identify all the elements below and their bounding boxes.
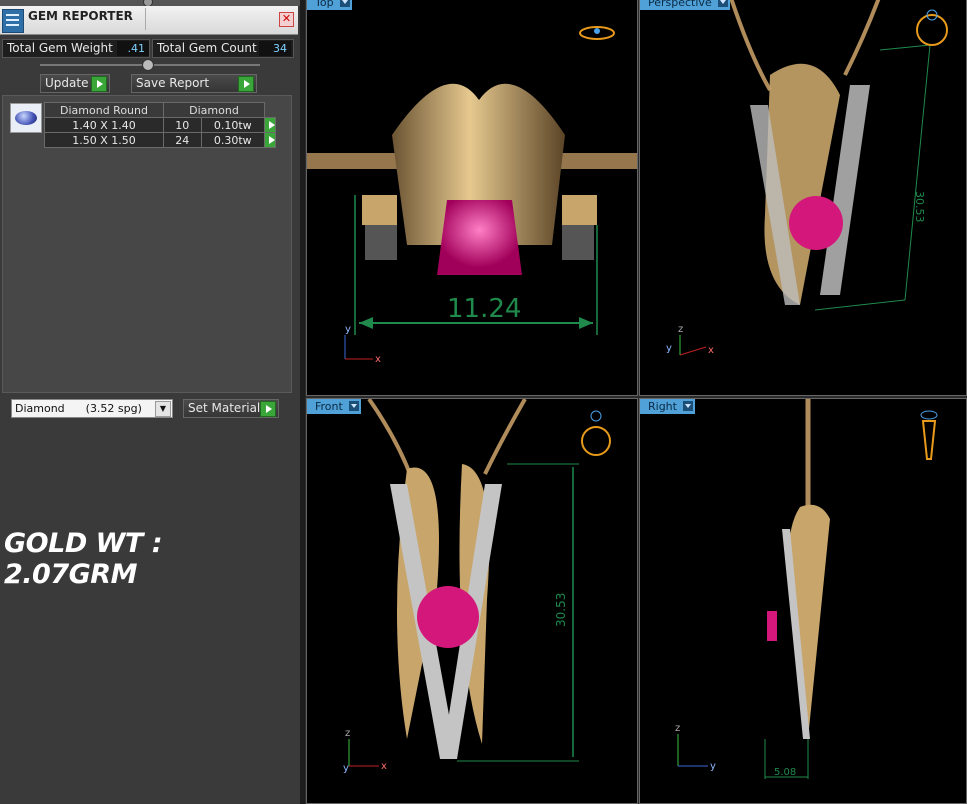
gem-table-header: Diamond Round Diamond: [44, 102, 276, 118]
viewport-right[interactable]: 5.08 z y Right: [639, 398, 967, 804]
pendant-icon[interactable]: [920, 410, 938, 460]
gold-weight-note: GOLD WT : 2.07GRM: [4, 528, 163, 590]
gem-reporter-icon: [2, 9, 24, 33]
play-icon: [238, 76, 254, 92]
gem-weight: 0.30tw: [200, 132, 266, 148]
tab-label: Perspective: [648, 0, 712, 9]
collapse-icon[interactable]: [142, 59, 154, 71]
pave-left: [365, 225, 397, 260]
total-gem-weight-label: Total Gem Weight: [7, 41, 113, 55]
chain-right: [483, 399, 527, 475]
total-gem-weight-row: Total Gem Weight .41: [2, 39, 150, 58]
dimension-label: 11.24: [447, 294, 521, 324]
total-gem-count-label: Total Gem Count: [157, 41, 257, 55]
chain-left: [367, 399, 414, 480]
set-material-button[interactable]: Set Material: [183, 399, 279, 418]
gem-count: 10: [163, 117, 202, 133]
axis-gizmo: z x y: [343, 728, 387, 774]
save-report-button[interactable]: Save Report: [131, 74, 257, 93]
play-icon: [260, 401, 276, 417]
total-gem-count-value: 34: [259, 41, 291, 56]
ruby-gem: [767, 611, 777, 641]
gem-size: 1.50 X 1.50: [44, 132, 164, 148]
tab-top[interactable]: Top: [307, 0, 352, 10]
tab-right[interactable]: Right: [640, 399, 695, 414]
viewport-perspective[interactable]: 30.53 z x y Perspective: [639, 0, 967, 396]
chevron-down-icon[interactable]: ▼: [155, 401, 171, 417]
column-header: Diamond: [163, 102, 265, 118]
gem-size: 1.40 X 1.40: [44, 117, 164, 133]
total-gem-weight-value: .41: [117, 41, 149, 56]
update-label: Update: [45, 76, 89, 90]
chevron-down-icon[interactable]: [682, 401, 693, 411]
play-icon: [91, 76, 107, 92]
right-view-render: 5.08 z y: [675, 399, 938, 779]
play-icon[interactable]: [264, 117, 276, 133]
ruby-gem: [789, 196, 843, 250]
gem-list: Diamond Round Diamond 1.40 X 1.40 10 0.1…: [2, 95, 292, 393]
ring-icon[interactable]: [579, 26, 615, 40]
svg-text:x: x: [375, 354, 381, 365]
gem-reporter-panel: GEM REPORTER ✕ Total Gem Weight .41 Tota…: [0, 0, 300, 804]
chevron-down-icon[interactable]: [339, 0, 350, 7]
panel-title: GEM REPORTER: [28, 9, 133, 23]
svg-text:y: y: [345, 324, 351, 335]
set-material-label: Set Material: [188, 401, 261, 415]
material-select[interactable]: Diamond (3.52 spg) ▼: [11, 399, 173, 418]
tab-label: Top: [315, 0, 334, 9]
tab-label: Front: [315, 400, 343, 413]
tab-label: Right: [648, 400, 677, 413]
chain-left: [307, 153, 397, 169]
header-divider: [145, 8, 146, 30]
update-button[interactable]: Update: [40, 74, 110, 93]
viewport-front[interactable]: 30.53 z x y Front: [306, 398, 638, 804]
chevron-down-icon[interactable]: [348, 401, 359, 411]
ring-icon[interactable]: [916, 9, 948, 46]
setting-right: [562, 195, 597, 225]
total-gem-count-row: Total Gem Count 34: [152, 39, 294, 58]
table-row[interactable]: 1.50 X 1.50 24 0.30tw: [44, 132, 276, 148]
viewport-top[interactable]: 11.24 y x Top: [306, 0, 638, 396]
play-icon[interactable]: [264, 132, 276, 148]
axis-gizmo: z y: [675, 723, 716, 772]
table-row[interactable]: 1.40 X 1.40 10 0.10tw: [44, 117, 276, 133]
close-icon[interactable]: ✕: [279, 12, 294, 27]
svg-text:y: y: [710, 761, 716, 772]
section-splitter[interactable]: [40, 59, 260, 71]
gem-weight: 0.10tw: [200, 117, 266, 133]
dimension-label: 30.53: [913, 191, 926, 223]
ring-icon[interactable]: [581, 410, 611, 456]
gem-count: 24: [163, 132, 202, 148]
svg-text:y: y: [343, 763, 349, 774]
front-view-render: 30.53 z x y: [343, 399, 611, 774]
top-view-render: 11.24 y x: [307, 26, 637, 365]
svg-text:y: y: [666, 343, 672, 354]
panel-header: GEM REPORTER ✕: [0, 6, 298, 35]
column-header: Diamond Round: [44, 102, 164, 118]
dimension-label: 5.08: [774, 767, 796, 778]
svg-text:z: z: [675, 723, 680, 734]
svg-text:x: x: [708, 345, 714, 356]
gem-table: Diamond Round Diamond 1.40 X 1.40 10 0.1…: [44, 102, 276, 148]
perspective-view-render: 30.53 z x y: [666, 0, 948, 356]
diamond-icon[interactable]: [10, 103, 42, 133]
axis-gizmo: z x y: [666, 324, 714, 356]
chain-right: [843, 0, 881, 76]
material-value: Diamond (3.52 spg): [15, 402, 142, 415]
panel-divider[interactable]: [300, 0, 305, 804]
ruby-gem: [417, 586, 479, 648]
dimension-label: 30.53: [554, 593, 568, 627]
ruby-gem: [437, 200, 522, 275]
axis-gizmo: y x: [344, 324, 381, 365]
svg-text:z: z: [678, 324, 683, 335]
svg-text:z: z: [345, 728, 350, 739]
setting-left: [362, 195, 397, 225]
save-report-label: Save Report: [136, 76, 210, 90]
chevron-down-icon[interactable]: [717, 0, 728, 7]
pave-right: [562, 225, 594, 260]
tab-perspective[interactable]: Perspective: [640, 0, 730, 10]
tab-front[interactable]: Front: [307, 399, 361, 414]
svg-text:x: x: [381, 761, 387, 772]
chain-left: [729, 0, 772, 91]
